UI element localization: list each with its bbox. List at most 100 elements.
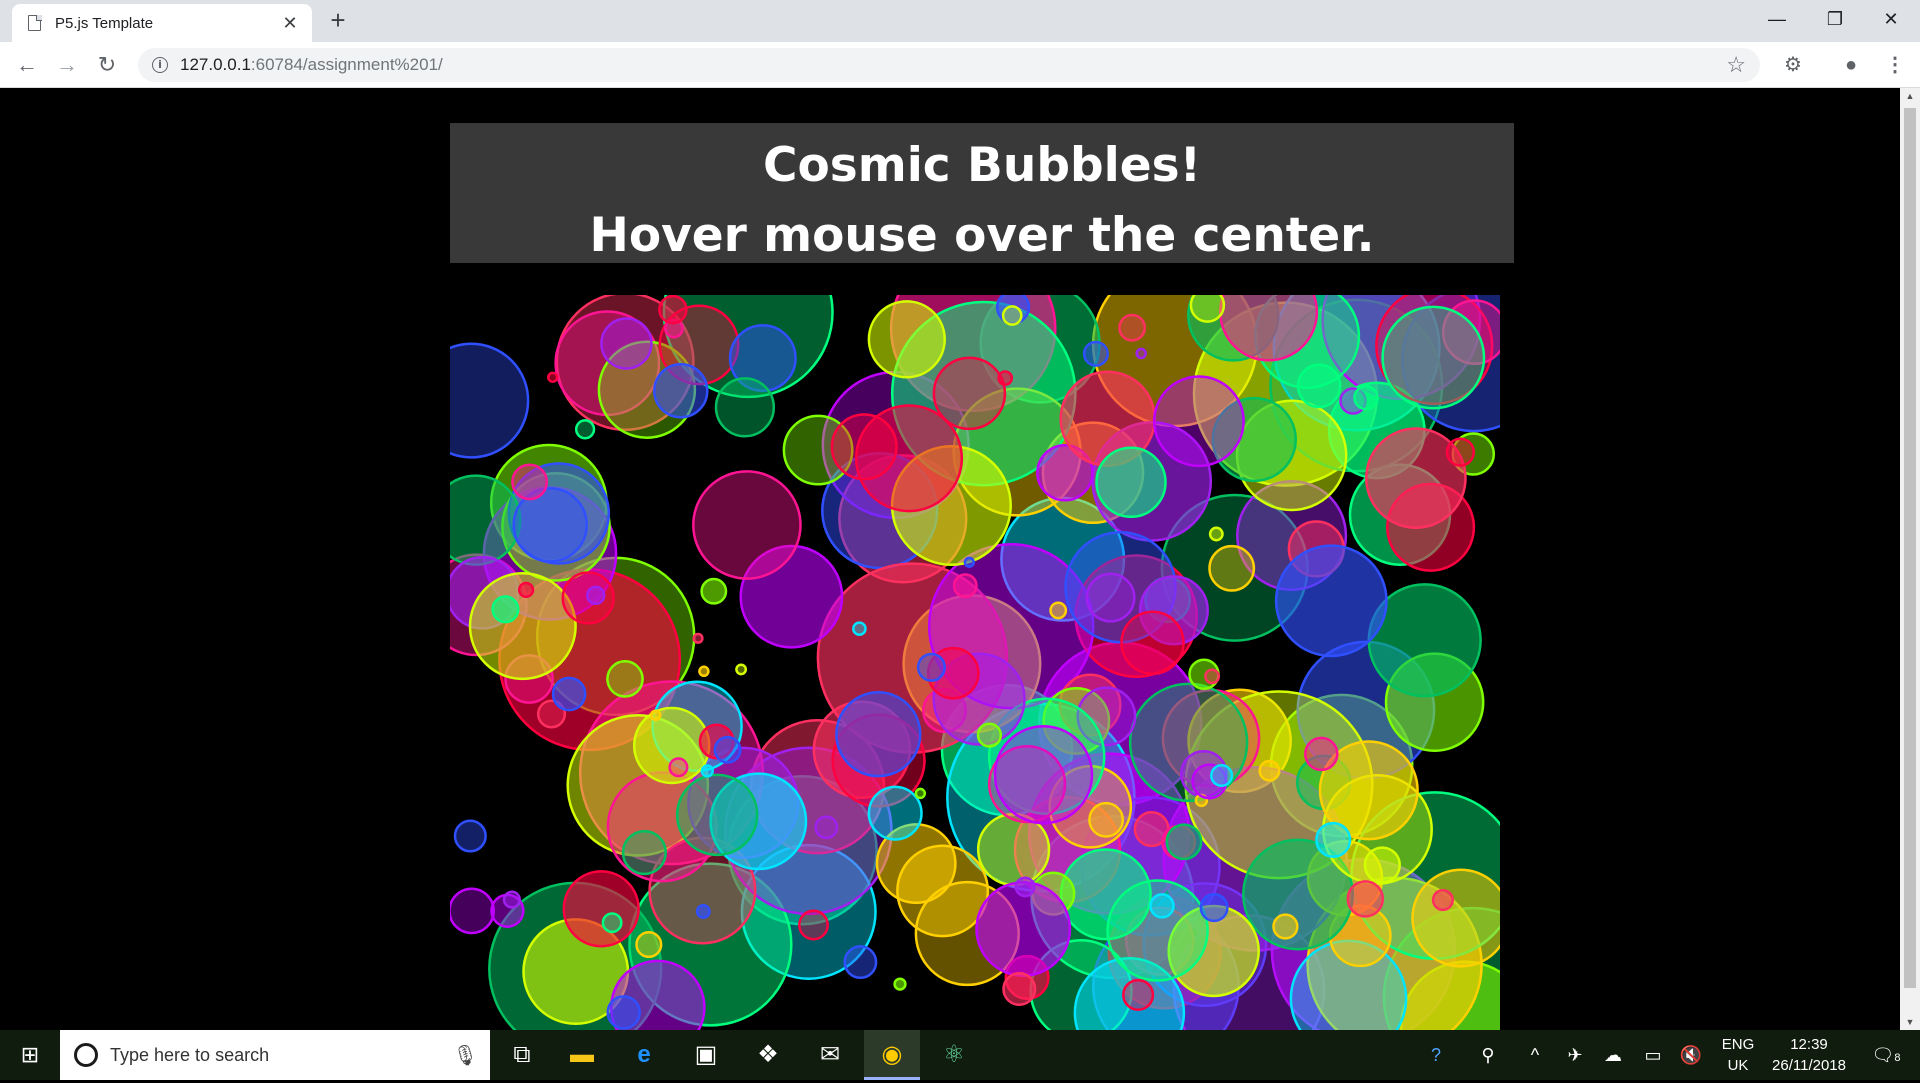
taskbar-search[interactable]: Type here to search 🎙 (60, 1030, 490, 1080)
bubble (1381, 305, 1486, 410)
microphone-icon[interactable]: 🎙 (453, 1043, 478, 1068)
menu-icon[interactable]: ⋮ (1882, 52, 1908, 78)
language-indicator[interactable]: ENG UK (1718, 1034, 1758, 1076)
bubble (867, 300, 946, 379)
cortana-icon[interactable] (74, 1043, 98, 1067)
bubble (976, 812, 1051, 887)
minimize-button[interactable]: — (1748, 0, 1806, 38)
bubble (574, 419, 596, 440)
page-content: Cosmic Bubbles! Hover mouse over the cen… (0, 88, 1900, 1030)
reload-icon[interactable]: ↻ (92, 50, 122, 80)
bubble (1431, 888, 1454, 912)
store-icon[interactable]: ▣ (678, 1030, 734, 1080)
forward-icon[interactable]: → (52, 50, 82, 80)
onedrive-icon[interactable]: ☁ (1598, 1030, 1628, 1080)
volume-muted-icon[interactable]: 🔇 (1676, 1030, 1706, 1080)
bubbles-canvas[interactable] (413, 227, 1563, 1030)
bubble (1082, 340, 1109, 367)
bubble (867, 785, 923, 841)
bubble (830, 413, 898, 481)
bubble (1296, 363, 1342, 409)
bubble (1001, 305, 1023, 326)
page-scrollbar[interactable]: ▲ ▼ (1900, 88, 1920, 1030)
extension-icon[interactable]: ⚙ (1780, 52, 1806, 78)
bubble (517, 581, 535, 599)
bubble (413, 342, 530, 459)
bubble (1085, 572, 1136, 623)
scroll-thumb[interactable] (1904, 108, 1916, 988)
scroll-down-arrow[interactable]: ▼ (1900, 1014, 1920, 1030)
airplane-icon[interactable]: ✈ (1560, 1030, 1590, 1080)
bubble (1208, 526, 1224, 542)
profile-icon[interactable]: ● (1838, 52, 1864, 78)
search-placeholder[interactable]: Type here to search (110, 1045, 453, 1066)
chevron-up-icon[interactable]: ^ (1520, 1030, 1550, 1080)
bubble (952, 573, 978, 599)
bubble (798, 909, 829, 941)
clock-time: 12:39 (1790, 1036, 1828, 1053)
window-close-button[interactable]: ✕ (1862, 0, 1920, 38)
bubble (1353, 384, 1379, 411)
bubble (1149, 893, 1175, 919)
help-icon[interactable]: ? (1418, 1030, 1454, 1080)
scroll-up-arrow[interactable]: ▲ (1900, 88, 1920, 104)
task-view-icon[interactable]: ⧉ (494, 1030, 550, 1080)
bubble (1274, 544, 1388, 658)
edge-icon[interactable]: e (616, 1030, 672, 1080)
bubble (1002, 971, 1037, 1007)
title-line-2: Hover mouse over the center. (589, 208, 1375, 263)
bubble (976, 722, 1003, 748)
bubble (914, 787, 927, 800)
dropbox-icon[interactable]: ❖ (740, 1030, 796, 1080)
bubble (1272, 913, 1299, 940)
back-icon[interactable]: ← (12, 50, 42, 80)
file-explorer-icon[interactable]: ▬ (554, 1030, 610, 1080)
bubble (852, 621, 867, 637)
bubble (893, 977, 907, 991)
bubble (491, 595, 520, 624)
bubble (963, 556, 975, 568)
bubble (700, 764, 714, 778)
mail-icon[interactable]: ✉ (802, 1030, 858, 1080)
browser-tab[interactable]: P5.js Template ✕ (12, 4, 312, 42)
bubble (916, 652, 946, 682)
bubble (606, 660, 644, 698)
bubble (1095, 446, 1167, 519)
action-center-icon[interactable]: 🗨8 (1866, 1030, 1906, 1080)
bubble (1189, 287, 1226, 323)
bubble (835, 691, 922, 778)
address-bar[interactable]: i 127.0.0.1:60784/assignment%201/ ☆ (138, 48, 1760, 82)
bubble (658, 294, 688, 325)
bubble (606, 995, 641, 1030)
bubble (1014, 876, 1036, 898)
windows-start-icon[interactable]: ⊞ (0, 1030, 60, 1080)
chrome-icon[interactable]: ◉ (864, 1030, 920, 1080)
bubble (1088, 801, 1125, 838)
bookmark-star-icon[interactable]: ☆ (1726, 52, 1746, 78)
close-tab-icon[interactable]: ✕ (280, 13, 300, 34)
tab-strip: P5.js Template ✕ + — ❐ ✕ (0, 0, 1920, 42)
bubble (585, 585, 606, 606)
clock[interactable]: 12:39 26/11/2018 (1766, 1034, 1852, 1076)
bubble (1049, 601, 1068, 620)
new-tab-button[interactable]: + (324, 6, 352, 34)
bubbles-svg[interactable] (413, 227, 1563, 1030)
bubble (1346, 880, 1385, 918)
bubble (1152, 375, 1245, 468)
restore-button[interactable]: ❐ (1806, 0, 1864, 38)
notification-count: 8 (1894, 1052, 1901, 1064)
bubble (600, 317, 653, 370)
bubble (653, 363, 709, 419)
battery-icon[interactable]: ▭ (1638, 1030, 1668, 1080)
bubble (668, 757, 689, 778)
bubble (695, 904, 711, 919)
bubble (1120, 610, 1185, 676)
atom-icon[interactable]: ⚛ (926, 1030, 982, 1080)
bubble (453, 819, 487, 853)
bubble (601, 912, 623, 934)
people-icon[interactable]: ⚲ (1470, 1030, 1506, 1080)
bubble (1118, 313, 1147, 342)
url-text[interactable]: 127.0.0.1:60784/assignment%201/ (180, 55, 443, 75)
info-icon[interactable]: i (152, 57, 168, 73)
bubble (1204, 668, 1221, 685)
